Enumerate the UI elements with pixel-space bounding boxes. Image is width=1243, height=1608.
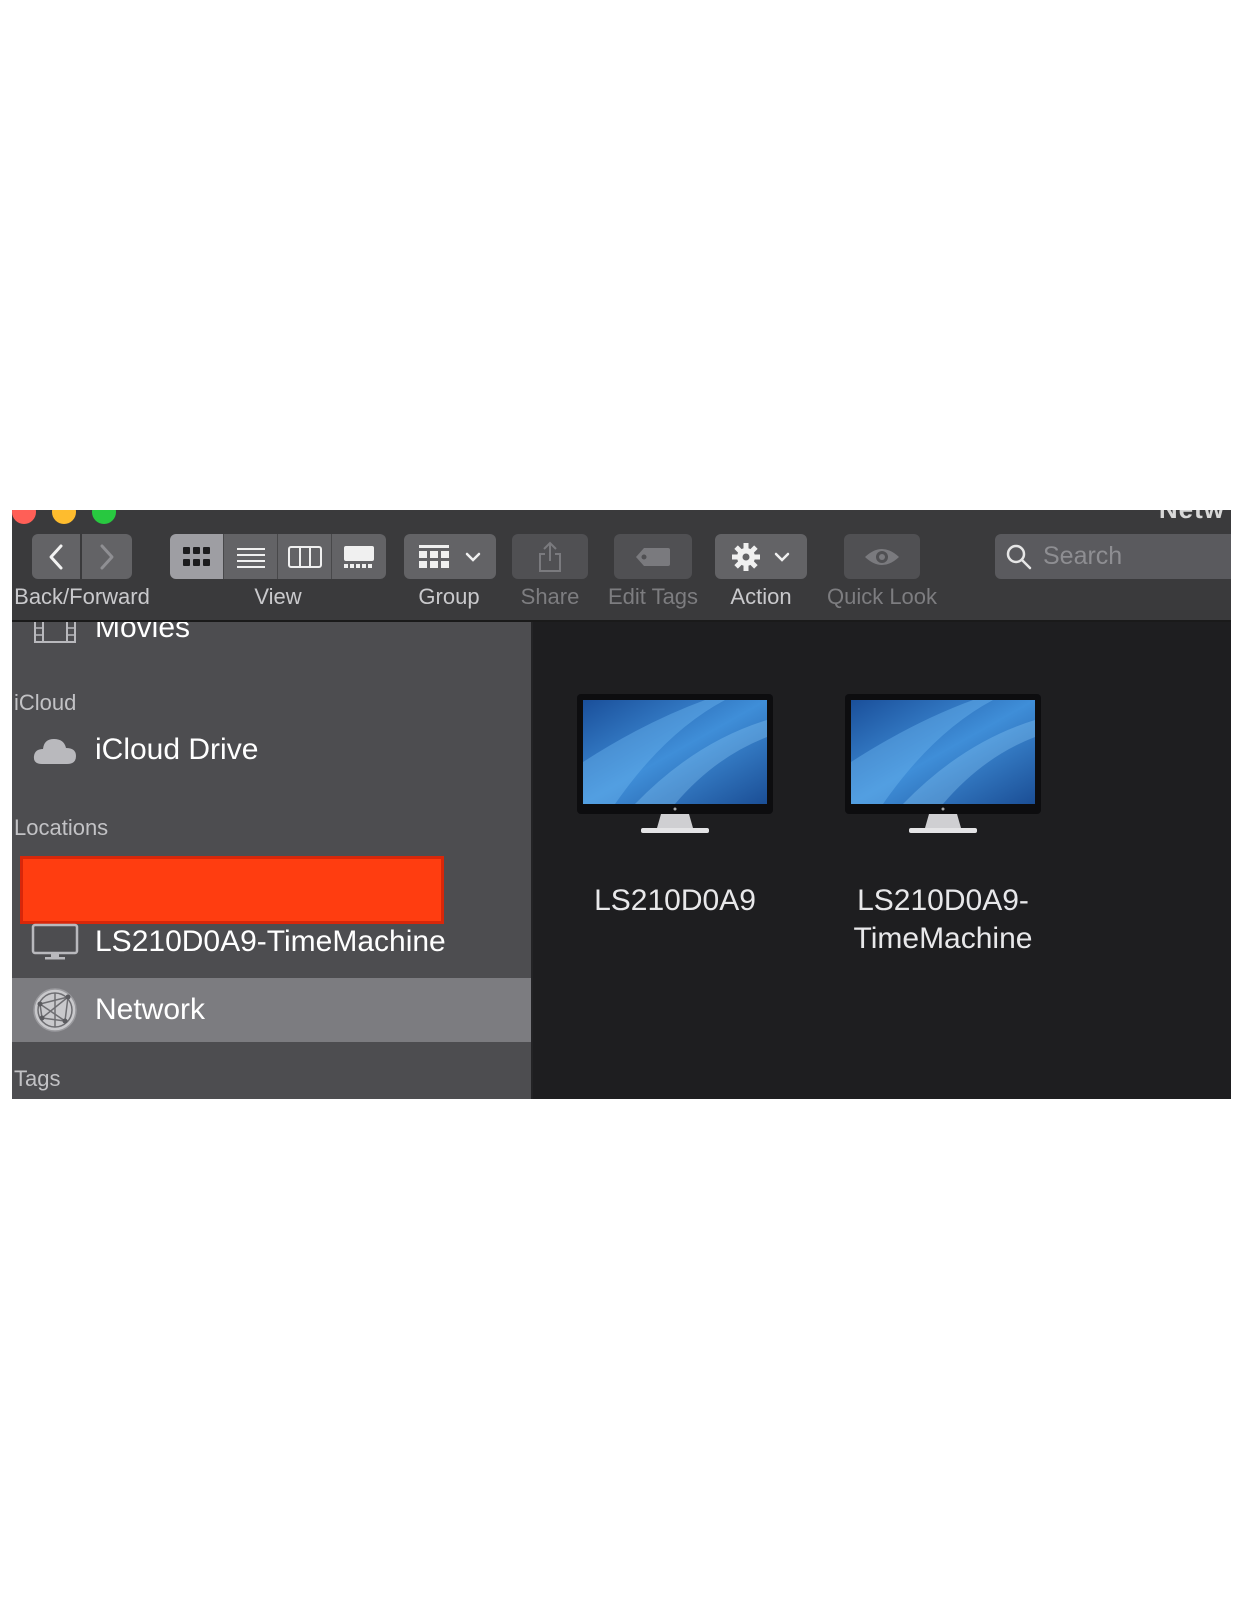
sidebar-section-tags: Tags (14, 1066, 61, 1091)
cloud-icon (30, 730, 80, 770)
chevron-down-icon (465, 552, 481, 562)
minimize-window-button[interactable] (52, 510, 76, 524)
view-label: View (254, 584, 302, 609)
search-placeholder: Search (1043, 542, 1123, 570)
sidebar-item-label: Movies (95, 622, 191, 644)
sidebar-item-label: iCloud Drive (95, 733, 259, 766)
sidebar-section-locations: Locations (14, 815, 109, 840)
sidebar: Movies iCloud iCloud Drive Locations LS2… (12, 622, 533, 1099)
edit-tags-label: Edit Tags (607, 584, 699, 609)
list-view-button[interactable] (224, 534, 278, 579)
sidebar-item-network[interactable]: Network (12, 978, 531, 1042)
group-icon (419, 544, 449, 568)
monitor-icon (845, 694, 1041, 833)
close-window-button[interactable] (12, 510, 36, 524)
group-button[interactable] (404, 534, 496, 579)
monitor-icon (577, 694, 773, 833)
action-label: Action (730, 584, 792, 609)
gear-icon (732, 542, 760, 571)
search-field[interactable]: Search (995, 534, 1231, 579)
gallery-view-button[interactable] (332, 534, 386, 579)
sidebar-item-movies[interactable]: Movies (12, 622, 531, 660)
film-icon (30, 622, 80, 648)
chevron-down-icon (774, 552, 790, 562)
window-title: Netw (1159, 510, 1225, 525)
file-browser-content: LS210D0A9 LS210D0A9- TimeMachine (533, 622, 1231, 1099)
network-item-ls210d0a9[interactable]: LS210D0A9 (560, 692, 790, 920)
network-globe-icon (30, 988, 80, 1032)
share-button[interactable] (512, 534, 588, 579)
icon-view-icon (182, 546, 210, 566)
zoom-window-button[interactable] (92, 510, 116, 524)
eye-icon (865, 548, 899, 565)
share-label: Share (520, 584, 580, 609)
network-item-label-line1: LS210D0A9- (857, 884, 1029, 917)
quick-look-button[interactable] (844, 534, 920, 579)
back-button[interactable] (32, 534, 80, 579)
view-mode-control[interactable] (170, 534, 386, 579)
sidebar-item-label: LS210D0A9-TimeMachine (95, 925, 446, 958)
sidebar-item-icloud-drive[interactable]: iCloud Drive (12, 718, 531, 782)
column-view-button[interactable] (278, 534, 332, 579)
group-label: Group (418, 584, 480, 609)
quick-look-label: Quick Look (826, 584, 938, 609)
action-button[interactable] (715, 534, 807, 579)
network-item-label: LS210D0A9 (594, 884, 756, 917)
back-forward-label: Back/Forward (14, 584, 150, 609)
chevron-left-icon (49, 544, 63, 569)
search-icon (1006, 544, 1032, 569)
chevron-right-icon (100, 544, 114, 569)
share-icon (539, 541, 561, 572)
network-item-label: LS210D0A9- TimeMachine (828, 882, 1058, 958)
sidebar-item-label: Network (95, 993, 206, 1026)
sidebar-section-icloud: iCloud (14, 690, 77, 715)
edit-tags-button[interactable] (614, 534, 692, 579)
display-icon (30, 922, 80, 962)
forward-button[interactable] (82, 534, 132, 579)
gallery-view-icon (344, 545, 374, 568)
column-view-icon (287, 545, 322, 568)
network-item-label-line2: TimeMachine (853, 922, 1033, 955)
finder-window: Netw Back/Forward (12, 510, 1231, 1099)
toolbar: Netw Back/Forward (12, 510, 1231, 622)
sidebar-item-ls210d0a9-timemachine[interactable]: LS210D0A9-TimeMachine (12, 910, 531, 974)
list-view-icon (236, 547, 265, 568)
network-item-ls210d0a9-timemachine[interactable]: LS210D0A9- TimeMachine (828, 692, 1058, 958)
tag-icon (636, 547, 670, 566)
icon-view-button[interactable] (170, 534, 224, 579)
